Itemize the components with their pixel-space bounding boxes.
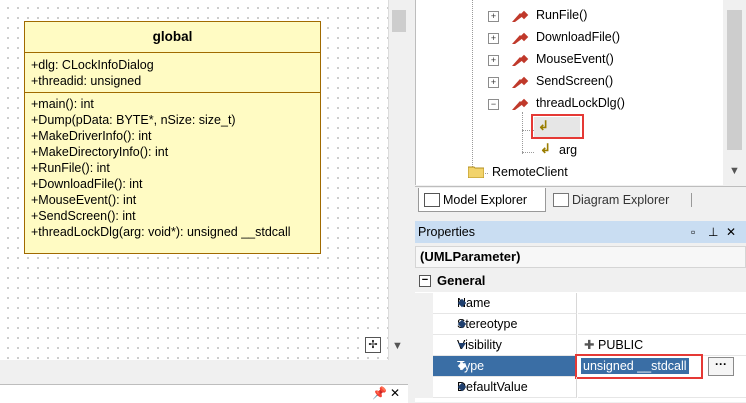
section-label: General (437, 273, 486, 288)
scroll-down-arrow-icon[interactable]: ▼ (392, 340, 403, 352)
operation-item: +threadLockDlg(arg: void*): unsigned __s… (31, 225, 291, 239)
tree-item[interactable]: DownloadFile() (536, 27, 620, 47)
model-tree[interactable]: + RunFile() + DownloadFile() + MouseEven… (415, 0, 746, 185)
operation-icon (512, 76, 529, 88)
close-icon[interactable]: ✕ (726, 221, 736, 243)
attribute-item: +dlg: CLockInfoDialog (31, 58, 154, 72)
tab-divider (691, 193, 692, 207)
operation-item: +SendScreen(): int (31, 209, 136, 223)
property-value[interactable] (578, 314, 746, 335)
tree-item[interactable]: RunFile() (536, 5, 587, 25)
highlight-box (531, 114, 584, 139)
window-position-icon[interactable]: ▫ (691, 221, 695, 243)
operation-icon (512, 32, 529, 44)
folder-icon (468, 166, 484, 178)
tab-model-explorer[interactable]: Model Explorer (418, 188, 546, 212)
bottom-panel-bar (0, 384, 408, 403)
property-value[interactable]: ✚ PUBLIC (578, 335, 746, 356)
expand-toggle-icon[interactable]: + (488, 33, 499, 44)
browse-type-button[interactable]: ··· (708, 357, 734, 376)
property-name: Visibility (433, 335, 577, 356)
operation-item: +main(): int (31, 97, 94, 111)
operation-icon (512, 98, 529, 110)
operation-item: +MakeDriverInfo(): int (31, 129, 152, 143)
row-gutter (415, 335, 433, 356)
canvas-vertical-scrollbar[interactable]: ▼ (388, 0, 408, 360)
class-attributes: +dlg: CLockInfoDialog +threadid: unsigne… (25, 53, 320, 93)
property-name: DefaultValue (433, 377, 577, 398)
operation-item: +DownloadFile(): int (31, 177, 143, 191)
property-value[interactable] (578, 377, 746, 398)
pin-icon[interactable]: ⊥ (708, 221, 718, 243)
expand-toggle-icon[interactable]: + (488, 77, 499, 88)
collapse-section-icon[interactable]: − (419, 275, 431, 287)
tree-item[interactable]: SendScreen() (536, 71, 613, 91)
class-operations: +main(): int +Dump(pData: BYTE*, nSize: … (25, 93, 320, 243)
operation-icon (512, 54, 529, 66)
model-explorer-icon (424, 193, 440, 207)
pin-icon[interactable]: 📌 (372, 386, 387, 400)
property-label: DefaultValue (457, 380, 528, 394)
class-name: global (25, 22, 320, 53)
explorer-tabs: Model Explorer Diagram Explorer (415, 186, 746, 215)
operation-item: +Dump(pData: BYTE*, nSize: size_t) (31, 113, 236, 127)
close-icon[interactable]: ✕ (390, 386, 400, 400)
element-type-label: (UMLParameter) (415, 246, 746, 268)
expand-toggle-icon[interactable]: + (488, 11, 499, 22)
row-gutter (415, 377, 433, 398)
collapse-toggle-icon[interactable]: − (488, 99, 499, 110)
property-row-stereotype[interactable]: Stereotype (415, 314, 746, 335)
tab-label: Diagram Explorer (572, 193, 670, 207)
diagram-canvas[interactable]: global +dlg: CLockInfoDialog +threadid: … (0, 0, 388, 360)
properties-header: Properties ▫ ⊥ ✕ (415, 221, 746, 243)
property-value[interactable] (578, 293, 746, 314)
property-name: Stereotype (433, 314, 577, 335)
highlight-box (575, 354, 703, 379)
diagram-explorer-icon (553, 193, 569, 207)
scroll-down-arrow-icon[interactable]: ▼ (729, 165, 740, 177)
tree-item[interactable]: threadLockDlg() (536, 93, 625, 113)
scrollbar-thumb[interactable] (727, 10, 742, 150)
property-grid[interactable]: − General Name Stereotype Visibility ✚ P… (415, 270, 746, 402)
properties-title: Properties (418, 225, 475, 239)
section-general[interactable]: − General (415, 270, 746, 292)
property-row-name[interactable]: Name (415, 293, 746, 314)
tree-item[interactable]: MouseEvent() (536, 49, 614, 69)
tree-item[interactable]: arg (559, 140, 577, 160)
dropdown-indicator-icon (458, 343, 466, 349)
bottom-panel: 📌 ✕ (0, 362, 408, 403)
tab-diagram-explorer[interactable]: Diagram Explorer (548, 188, 710, 212)
expand-toggle-icon[interactable]: + (488, 55, 499, 66)
operation-icon (512, 10, 529, 22)
row-gutter (415, 314, 433, 335)
property-name: Name (433, 293, 577, 314)
operation-item: +MakeDirectoryInfo(): int (31, 145, 169, 159)
property-name: Type (433, 356, 577, 377)
property-row-defaultvalue[interactable]: DefaultValue (415, 377, 746, 398)
tree-vertical-scrollbar[interactable]: ▼ (723, 0, 746, 185)
row-gutter (415, 356, 433, 377)
tree-item[interactable]: RemoteClient (492, 162, 568, 182)
uml-class-global[interactable]: global +dlg: CLockInfoDialog +threadid: … (24, 21, 321, 254)
move-cross-icon[interactable]: ✢ (365, 337, 381, 353)
tab-label: Model Explorer (443, 193, 528, 207)
attribute-item: +threadid: unsigned (31, 74, 142, 88)
parameter-icon: ↲ (540, 141, 551, 156)
scrollbar-thumb[interactable] (392, 10, 406, 32)
public-visibility-icon: ✚ (584, 338, 595, 352)
operation-item: +RunFile(): int (31, 161, 110, 175)
row-gutter (415, 293, 433, 314)
visibility-value: PUBLIC (598, 338, 644, 352)
operation-item: +MouseEvent(): int (31, 193, 137, 207)
property-row-visibility[interactable]: Visibility ✚ PUBLIC (415, 335, 746, 356)
